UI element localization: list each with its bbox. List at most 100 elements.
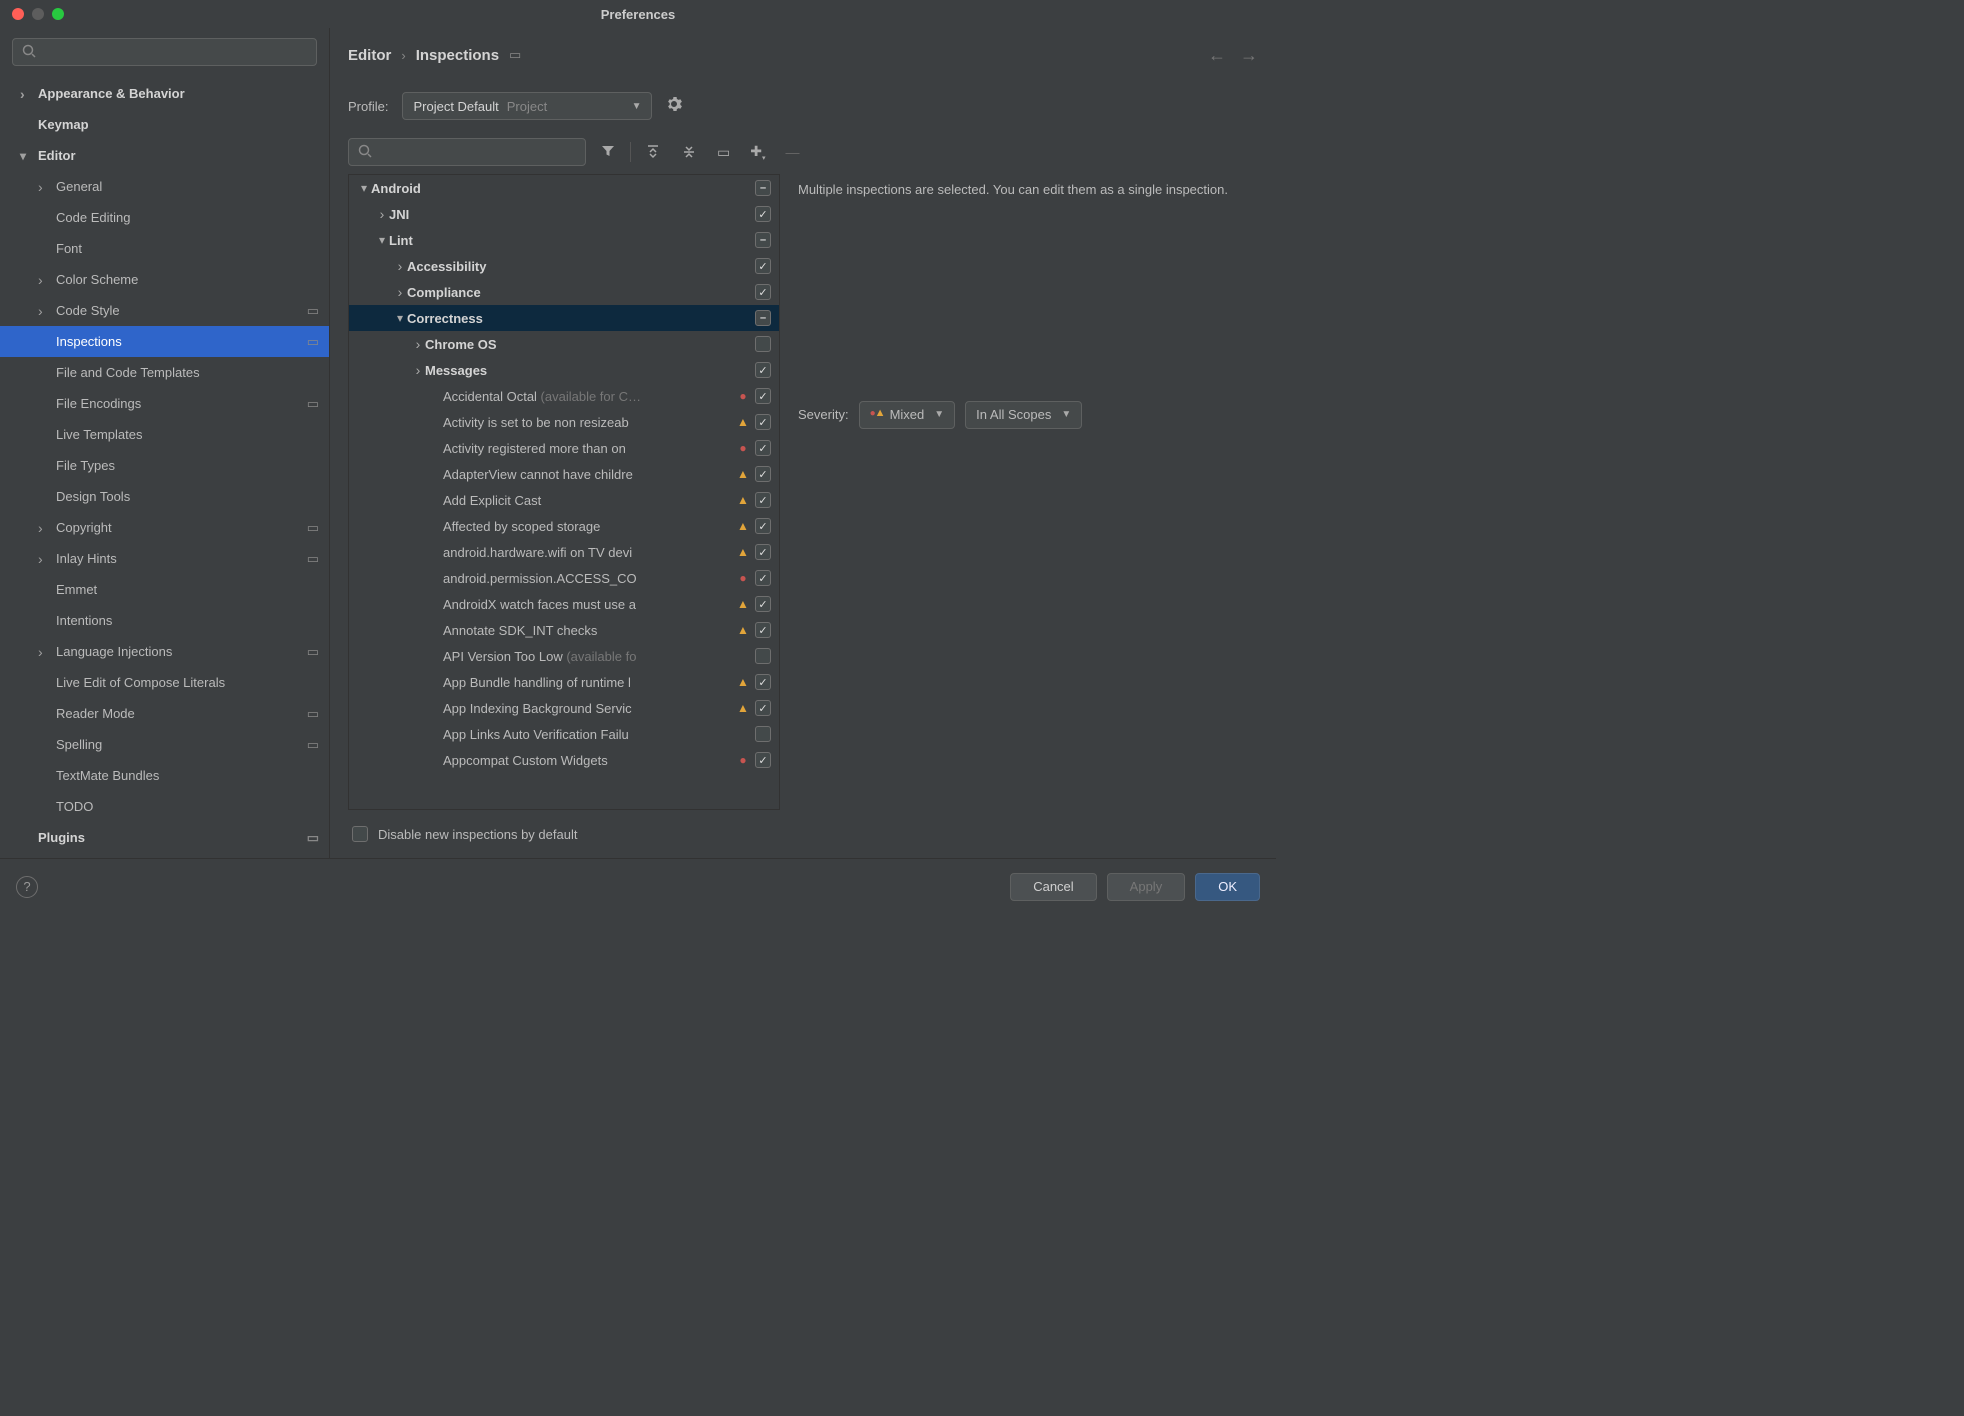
sidebar-item-file-and-code-templates[interactable]: File and Code Templates (0, 357, 329, 388)
inspection-row[interactable]: API Version Too Low (available fo (349, 643, 779, 669)
inspection-checkbox[interactable] (755, 596, 771, 612)
sidebar-item-keymap[interactable]: Keymap (0, 109, 329, 140)
apply-button[interactable]: Apply (1107, 873, 1186, 901)
inspection-checkbox[interactable] (755, 622, 771, 638)
inspection-row[interactable]: Correctness (349, 305, 779, 331)
inspection-checkbox[interactable] (755, 284, 771, 300)
error-icon: ● (735, 753, 751, 767)
inspection-row[interactable]: App Bundle handling of runtime l▲ (349, 669, 779, 695)
inspection-checkbox[interactable] (755, 726, 771, 742)
inspection-checkbox[interactable] (755, 440, 771, 456)
inspection-row[interactable]: Add Explicit Cast▲ (349, 487, 779, 513)
sidebar-item-design-tools[interactable]: Design Tools (0, 481, 329, 512)
inspection-row[interactable]: Affected by scoped storage▲ (349, 513, 779, 539)
sidebar-item-spelling[interactable]: Spelling▭ (0, 729, 329, 760)
inspection-row[interactable]: Chrome OS (349, 331, 779, 357)
nav-forward-icon[interactable]: → (1240, 45, 1258, 66)
inspection-label: AdapterView cannot have childre (443, 467, 735, 482)
inspection-row[interactable]: Compliance (349, 279, 779, 305)
sidebar-item-plugins[interactable]: Plugins▭ (0, 822, 329, 853)
inspection-row[interactable]: Accessibility (349, 253, 779, 279)
filter-icon[interactable] (594, 143, 622, 162)
inspection-checkbox[interactable] (755, 518, 771, 534)
sidebar-item-general[interactable]: General (0, 171, 329, 202)
chevron-down-icon: ▼ (1061, 409, 1071, 420)
disable-new-checkbox[interactable] (352, 826, 368, 842)
sidebar-item-emmet[interactable]: Emmet (0, 574, 329, 605)
sidebar-item-appearance-behavior[interactable]: Appearance & Behavior (0, 78, 329, 109)
ok-button[interactable]: OK (1195, 873, 1260, 901)
sidebar-item-inspections[interactable]: Inspections▭ (0, 326, 329, 357)
sidebar-item-color-scheme[interactable]: Color Scheme (0, 264, 329, 295)
expand-all-icon[interactable] (639, 143, 667, 162)
inspection-checkbox[interactable] (755, 180, 771, 196)
inspection-checkbox[interactable] (755, 232, 771, 248)
sidebar-item-label: Copyright (52, 520, 301, 535)
inspection-tree[interactable]: AndroidJNILintAccessibilityComplianceCor… (348, 174, 780, 810)
sidebar-item-todo[interactable]: TODO (0, 791, 329, 822)
warning-icon: ▲ (735, 415, 751, 429)
sidebar-item-editor[interactable]: Editor (0, 140, 329, 171)
inspection-checkbox[interactable] (755, 388, 771, 404)
inspection-checkbox[interactable] (755, 648, 771, 664)
inspection-row[interactable]: App Links Auto Verification Failu (349, 721, 779, 747)
inspection-checkbox[interactable] (755, 492, 771, 508)
inspection-checkbox[interactable] (755, 752, 771, 768)
inspection-row[interactable]: Accidental Octal (available for C…● (349, 383, 779, 409)
inspection-checkbox[interactable] (755, 336, 771, 352)
inspection-checkbox[interactable] (755, 700, 771, 716)
inspection-row[interactable]: android.hardware.wifi on TV devi▲ (349, 539, 779, 565)
nav-back-icon[interactable]: ← (1208, 45, 1226, 66)
inspection-row[interactable]: Activity registered more than on● (349, 435, 779, 461)
help-icon[interactable]: ? (16, 876, 38, 898)
sidebar-item-code-editing[interactable]: Code Editing (0, 202, 329, 233)
sidebar-item-language-injections[interactable]: Language Injections▭ (0, 636, 329, 667)
inspection-checkbox[interactable] (755, 310, 771, 326)
sidebar-item-file-encodings[interactable]: File Encodings▭ (0, 388, 329, 419)
collapse-all-icon[interactable] (675, 143, 703, 162)
inspection-row[interactable]: App Indexing Background Servic▲ (349, 695, 779, 721)
cancel-button[interactable]: Cancel (1010, 873, 1096, 901)
inspection-checkbox[interactable] (755, 206, 771, 222)
inspection-row[interactable]: Android (349, 175, 779, 201)
inspection-checkbox[interactable] (755, 258, 771, 274)
reset-icon[interactable]: ▭ (711, 144, 736, 161)
inspection-row[interactable]: Appcompat Custom Widgets● (349, 747, 779, 773)
sidebar-item-file-types[interactable]: File Types (0, 450, 329, 481)
sidebar-item-intentions[interactable]: Intentions (0, 605, 329, 636)
sidebar-item-inlay-hints[interactable]: Inlay Hints▭ (0, 543, 329, 574)
inspection-row[interactable]: Messages (349, 357, 779, 383)
inspection-row[interactable]: JNI (349, 201, 779, 227)
scope-selector[interactable]: In All Scopes ▼ (965, 401, 1082, 429)
sidebar-item-code-style[interactable]: Code Style▭ (0, 295, 329, 326)
warning-icon: ▲ (735, 597, 751, 611)
inspection-checkbox[interactable] (755, 362, 771, 378)
inspection-checkbox[interactable] (755, 674, 771, 690)
profile-selector[interactable]: Project Default Project ▼ (402, 92, 652, 120)
sidebar-item-textmate-bundles[interactable]: TextMate Bundles (0, 760, 329, 791)
add-icon[interactable]: ✚▾ (744, 143, 771, 162)
severity-selector[interactable]: ● ▲ Mixed ▼ (859, 401, 956, 429)
sidebar-item-live-templates[interactable]: Live Templates (0, 419, 329, 450)
breadcrumb-editor[interactable]: Editor (348, 47, 391, 64)
inspection-checkbox[interactable] (755, 570, 771, 586)
sidebar-item-label: Live Templates (52, 427, 319, 442)
sidebar-item-font[interactable]: Font (0, 233, 329, 264)
inspection-row[interactable]: AndroidX watch faces must use a▲ (349, 591, 779, 617)
inspection-checkbox[interactable] (755, 544, 771, 560)
inspection-row[interactable]: Annotate SDK_INT checks▲ (349, 617, 779, 643)
inspection-search-input[interactable] (348, 138, 586, 166)
inspection-checkbox[interactable] (755, 414, 771, 430)
inspection-row[interactable]: AdapterView cannot have childre▲ (349, 461, 779, 487)
inspection-row[interactable]: Lint (349, 227, 779, 253)
inspection-checkbox[interactable] (755, 466, 771, 482)
sidebar-search-input[interactable] (12, 38, 317, 66)
gear-icon[interactable] (666, 96, 682, 116)
inspection-row[interactable]: Activity is set to be non resizeab▲ (349, 409, 779, 435)
chevron-right-icon (38, 303, 52, 319)
sidebar-item-copyright[interactable]: Copyright▭ (0, 512, 329, 543)
remove-icon[interactable]: — (779, 144, 805, 160)
sidebar-item-live-edit-of-compose-literals[interactable]: Live Edit of Compose Literals (0, 667, 329, 698)
inspection-row[interactable]: android.permission.ACCESS_CO● (349, 565, 779, 591)
sidebar-item-reader-mode[interactable]: Reader Mode▭ (0, 698, 329, 729)
